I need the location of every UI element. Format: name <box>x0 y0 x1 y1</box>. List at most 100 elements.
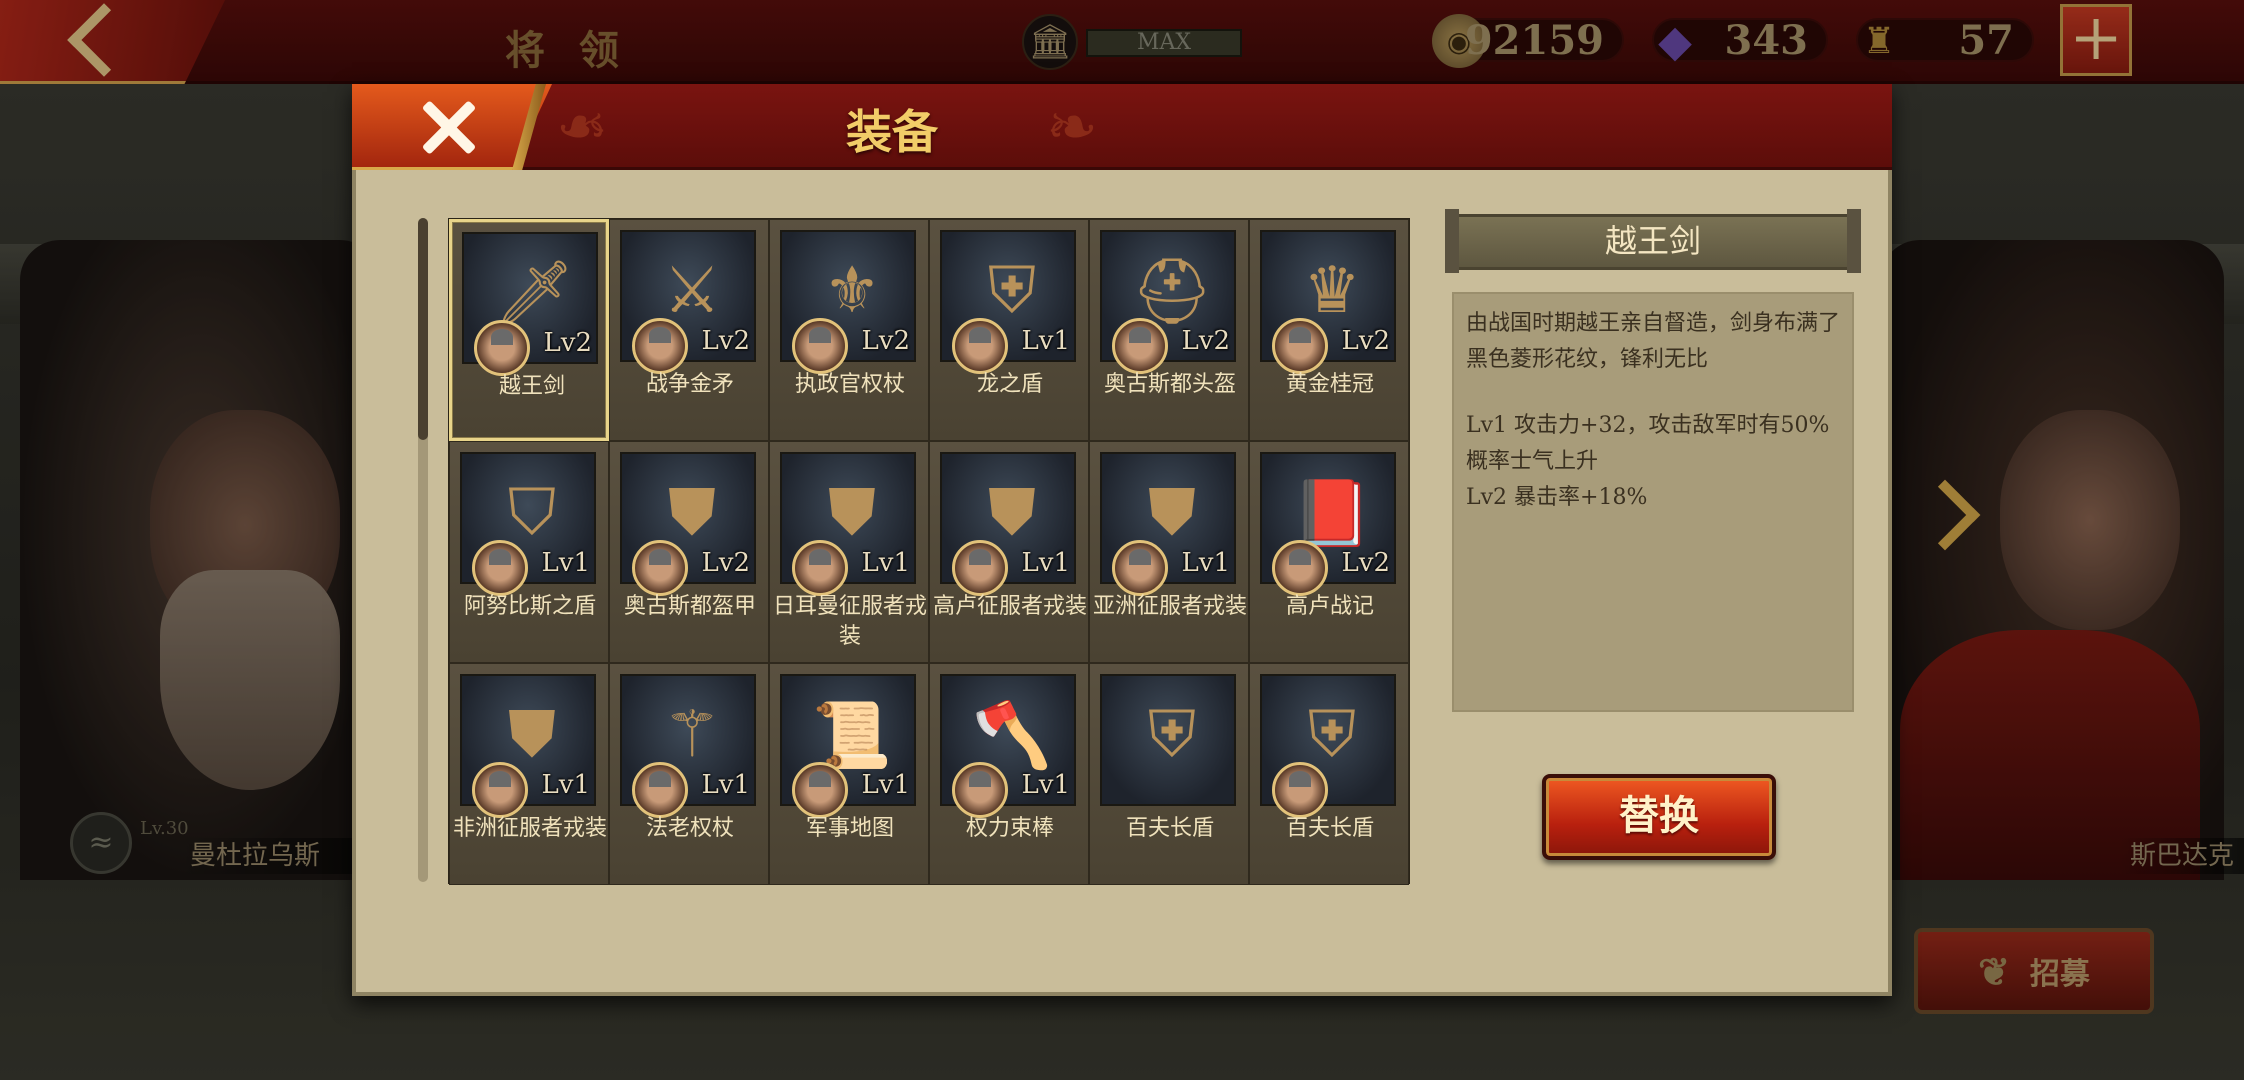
item-level: Lv1 <box>1021 326 1071 356</box>
item-name: 执政官权杖 <box>794 372 905 397</box>
item-name: 权力束棒 <box>965 816 1054 841</box>
replace-button[interactable]: 替换 <box>1542 774 1776 860</box>
item-level2-effect: Lv2 暴击率+18% <box>1466 485 1648 510</box>
dialog-title: 装备 <box>846 105 938 159</box>
equipment-slot[interactable]: ⛊ Lv1 亚洲征服者戎装 <box>1089 441 1249 663</box>
item-frame: ♛ Lv2 <box>1260 230 1396 374</box>
item-level: Lv1 <box>861 548 911 578</box>
equipment-slot[interactable]: 🗡 Lv2 越王剑 <box>449 219 609 441</box>
equipped-hero-avatar <box>632 762 688 818</box>
equipment-slot[interactable]: ⛉ Lv1 阿努比斯之盾 <box>449 441 609 663</box>
item-level: Lv1 <box>861 770 911 800</box>
equipment-slot[interactable]: ⛨ 百夫长盾 <box>1089 663 1249 885</box>
item-frame: ⛑ Lv2 <box>1100 230 1236 374</box>
item-frame: ⚚ Lv1 <box>620 674 756 818</box>
item-frame: ⛨ <box>1260 674 1396 818</box>
equipped-hero-avatar <box>1272 318 1328 374</box>
item-frame: ⛉ Lv1 <box>460 452 596 596</box>
scutum-shield-icon: ⛨ <box>1148 698 1196 772</box>
scrollbar[interactable] <box>418 218 428 882</box>
equipment-slot[interactable]: 📕 Lv2 高卢战记 <box>1249 441 1409 663</box>
equipped-hero-avatar <box>952 762 1008 818</box>
equipped-hero-avatar <box>472 762 528 818</box>
equipped-hero-avatar <box>632 318 688 374</box>
equipped-hero-avatar <box>1272 540 1328 596</box>
item-name: 战争金矛 <box>645 372 734 397</box>
laurel-left-icon: ❧ <box>556 90 608 163</box>
item-level1-effect: Lv1 攻击力+32，攻击敌军时有50%概率士气上升 <box>1466 413 1830 474</box>
equipped-hero-avatar <box>792 762 848 818</box>
equipment-slot[interactable]: ⛊ Lv1 日耳曼征服者戎装 <box>769 441 929 663</box>
equipment-grid: 🗡 Lv2 越王剑 ⚔ Lv2 战争金矛 ⚜ Lv2 执政官权杖 ⛨ Lv1 龙之盾 ⛑ Lv2 奥古斯都头… <box>448 218 1410 885</box>
equipment-slot[interactable]: 📜 Lv1 军事地图 <box>769 663 929 885</box>
equipped-hero-avatar <box>952 318 1008 374</box>
item-description: 由战国时期越王亲自督造，剑身布满了黑色菱形花纹，锋利无比 <box>1466 311 1841 372</box>
item-frame: ⛊ Lv1 <box>940 452 1076 596</box>
item-frame: ⛨ <box>1100 674 1236 806</box>
equipped-hero-avatar <box>792 318 848 374</box>
item-level: Lv2 <box>1341 326 1391 356</box>
item-name: 阿努比斯之盾 <box>463 594 596 619</box>
item-name: 非洲征服者戎装 <box>452 816 607 841</box>
item-name: 百夫长盾 <box>1285 816 1374 841</box>
item-name: 奥古斯都盔甲 <box>623 594 756 619</box>
item-name: 高卢战记 <box>1285 594 1374 619</box>
equipment-slot[interactable]: ⛊ Lv1 非洲征服者戎装 <box>449 663 609 885</box>
item-name: 高卢征服者戎装 <box>932 594 1087 619</box>
item-frame: 🪓 Lv1 <box>940 674 1076 818</box>
item-frame: ⛊ Lv2 <box>620 452 756 596</box>
item-level: Lv1 <box>541 548 591 578</box>
item-level: Lv2 <box>701 326 751 356</box>
item-frame: ⛨ Lv1 <box>940 230 1076 374</box>
scrollbar-thumb[interactable] <box>418 218 428 440</box>
equipment-slot[interactable]: ⚜ Lv2 执政官权杖 <box>769 219 929 441</box>
item-frame: ⛊ Lv1 <box>780 452 916 596</box>
item-frame: ⛊ Lv1 <box>460 674 596 818</box>
equipped-hero-avatar <box>1112 540 1168 596</box>
dialog-header: ❧ ❧ 装备 <box>352 84 1892 170</box>
item-frame: ⛊ Lv1 <box>1100 452 1236 596</box>
equipment-slot[interactable]: ⛨ Lv1 龙之盾 <box>929 219 1089 441</box>
item-level: Lv1 <box>1021 770 1071 800</box>
item-name: 奥古斯都头盔 <box>1103 372 1236 397</box>
item-level: Lv1 <box>1181 548 1231 578</box>
equipped-hero-avatar <box>1272 762 1328 818</box>
equipped-hero-avatar <box>474 320 530 376</box>
equipment-slot[interactable]: ⚚ Lv1 法老权杖 <box>609 663 769 885</box>
item-frame: 📕 Lv2 <box>1260 452 1396 596</box>
item-level: Lv1 <box>701 770 751 800</box>
item-name: 日耳曼征服者戎装 <box>772 594 927 649</box>
equipment-slot[interactable]: ⛨ 百夫长盾 <box>1249 663 1409 885</box>
item-frame: ⚔ Lv2 <box>620 230 756 374</box>
item-detail-title: 越王剑 <box>1445 209 1861 273</box>
item-level: Lv2 <box>1181 326 1231 356</box>
item-detail-panel: 由战国时期越王亲自督造，剑身布满了黑色菱形花纹，锋利无比 Lv1 攻击力+32，… <box>1452 292 1854 712</box>
equipment-slot[interactable]: ⛊ Lv1 高卢征服者戎装 <box>929 441 1089 663</box>
equipment-slot[interactable]: ♛ Lv2 黄金桂冠 <box>1249 219 1409 441</box>
item-level: Lv1 <box>541 770 591 800</box>
equipped-hero-avatar <box>632 540 688 596</box>
item-frame: 🗡 Lv2 <box>462 232 598 376</box>
item-name: 百夫长盾 <box>1125 816 1214 841</box>
item-frame: ⚜ Lv2 <box>780 230 916 374</box>
equipment-slot[interactable]: ⚔ Lv2 战争金矛 <box>609 219 769 441</box>
item-level: Lv2 <box>543 328 593 358</box>
equipment-slot[interactable]: 🪓 Lv1 权力束棒 <box>929 663 1089 885</box>
item-name: 黄金桂冠 <box>1285 372 1374 397</box>
equipped-hero-avatar <box>1112 318 1168 374</box>
item-name: 龙之盾 <box>976 372 1043 397</box>
equipped-hero-avatar <box>952 540 1008 596</box>
item-frame: 📜 Lv1 <box>780 674 916 818</box>
item-name: 越王剑 <box>498 374 565 399</box>
item-level: Lv2 <box>1341 548 1391 578</box>
item-name: 军事地图 <box>805 816 894 841</box>
laurel-right-icon: ❧ <box>1046 90 1098 163</box>
equipment-slot[interactable]: ⛑ Lv2 奥古斯都头盔 <box>1089 219 1249 441</box>
equipped-hero-avatar <box>792 540 848 596</box>
item-name: 法老权杖 <box>645 816 734 841</box>
item-level: Lv2 <box>701 548 751 578</box>
equipment-slot[interactable]: ⛊ Lv2 奥古斯都盔甲 <box>609 441 769 663</box>
item-level: Lv1 <box>1021 548 1071 578</box>
item-level: Lv2 <box>861 326 911 356</box>
equipped-hero-avatar <box>472 540 528 596</box>
